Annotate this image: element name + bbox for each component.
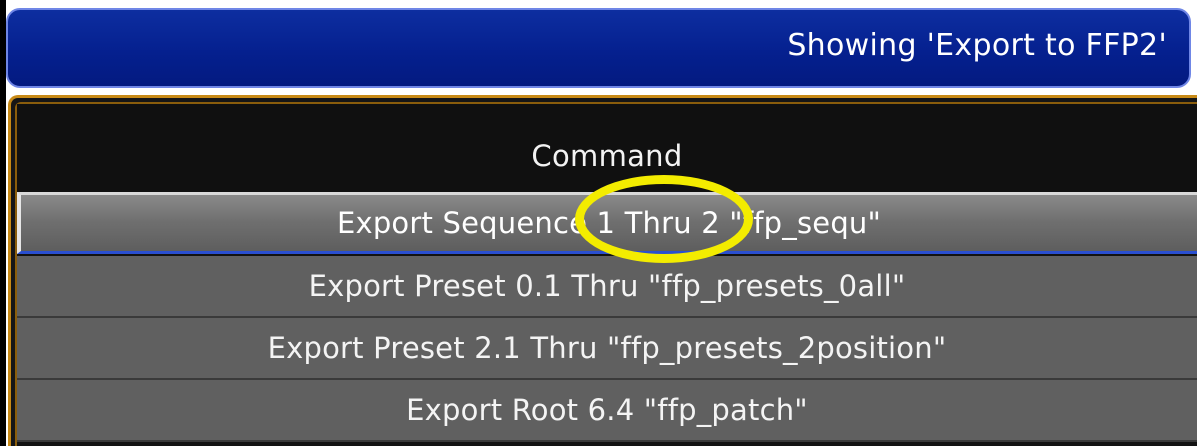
- row-label: Export Preset 0.1 Thru "ffp_presets_0all…: [308, 269, 906, 303]
- title-text: Showing 'Export to FFP2': [787, 28, 1167, 63]
- title-bar: Showing 'Export to FFP2': [6, 8, 1191, 88]
- table-row-selected[interactable]: Export Sequence 1 Thru 2 "ffp_sequ": [17, 192, 1197, 254]
- screen: Showing 'Export to FFP2' Command Export …: [0, 0, 1197, 446]
- command-window: Command Export Sequence 1 Thru 2 "ffp_se…: [8, 95, 1197, 446]
- row-label: Export Preset 2.1 Thru "ffp_presets_2pos…: [267, 331, 947, 365]
- command-table: Command Export Sequence 1 Thru 2 "ffp_se…: [15, 102, 1197, 446]
- table-row[interactable]: Export Root 6.4 "ffp_patch": [17, 380, 1197, 442]
- row-label: Export Sequence 1 Thru 2 "ffp_sequ": [336, 206, 882, 240]
- table-row[interactable]: Export Preset 0.1 Thru "ffp_presets_0all…: [17, 256, 1197, 318]
- row-label: Export Root 6.4 "ffp_patch": [406, 393, 808, 427]
- column-header-command[interactable]: Command: [17, 104, 1197, 192]
- table-row[interactable]: Export Preset 2.1 Thru "ffp_presets_2pos…: [17, 318, 1197, 380]
